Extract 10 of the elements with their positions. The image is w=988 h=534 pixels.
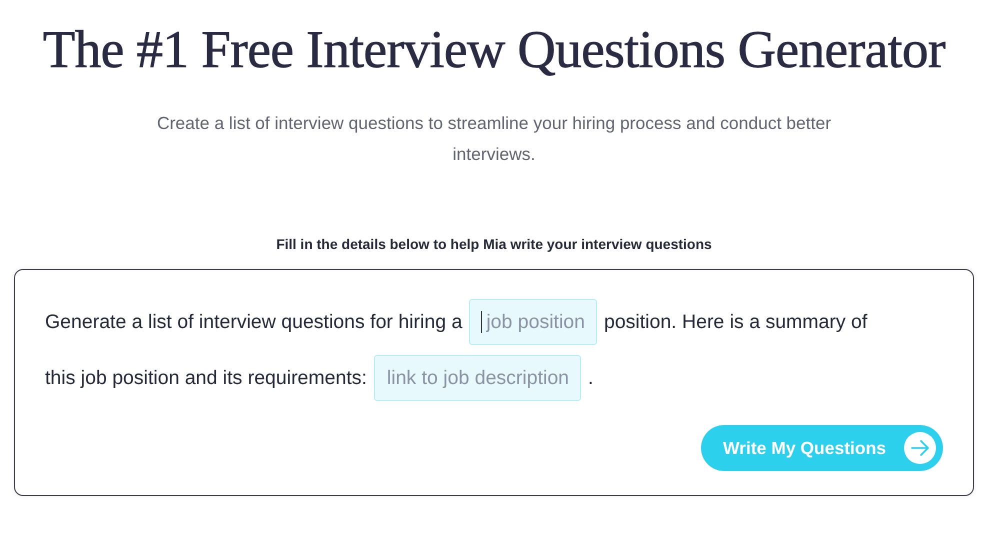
subtitle: Create a list of interview questions to streamline your hiring process and conduct better interviews. (156, 112, 832, 166)
prompt-text: Generate a list of interview questions for hiring a (45, 310, 462, 334)
prompt-text: . (588, 366, 594, 390)
form-label: Fill in the details below to help Mia write your interview questions (276, 236, 712, 252)
input-field[interactable]: link to job description (374, 355, 582, 401)
prompt-text: position. Here is a summary of (604, 310, 868, 334)
arrow-right-icon (904, 432, 936, 464)
page-title: The #1 Free Interview Questions Generator (42, 20, 946, 81)
prompt-text: this job position and its requirements: (45, 366, 367, 390)
write-questions-button[interactable]: Write My Questions (700, 425, 943, 471)
